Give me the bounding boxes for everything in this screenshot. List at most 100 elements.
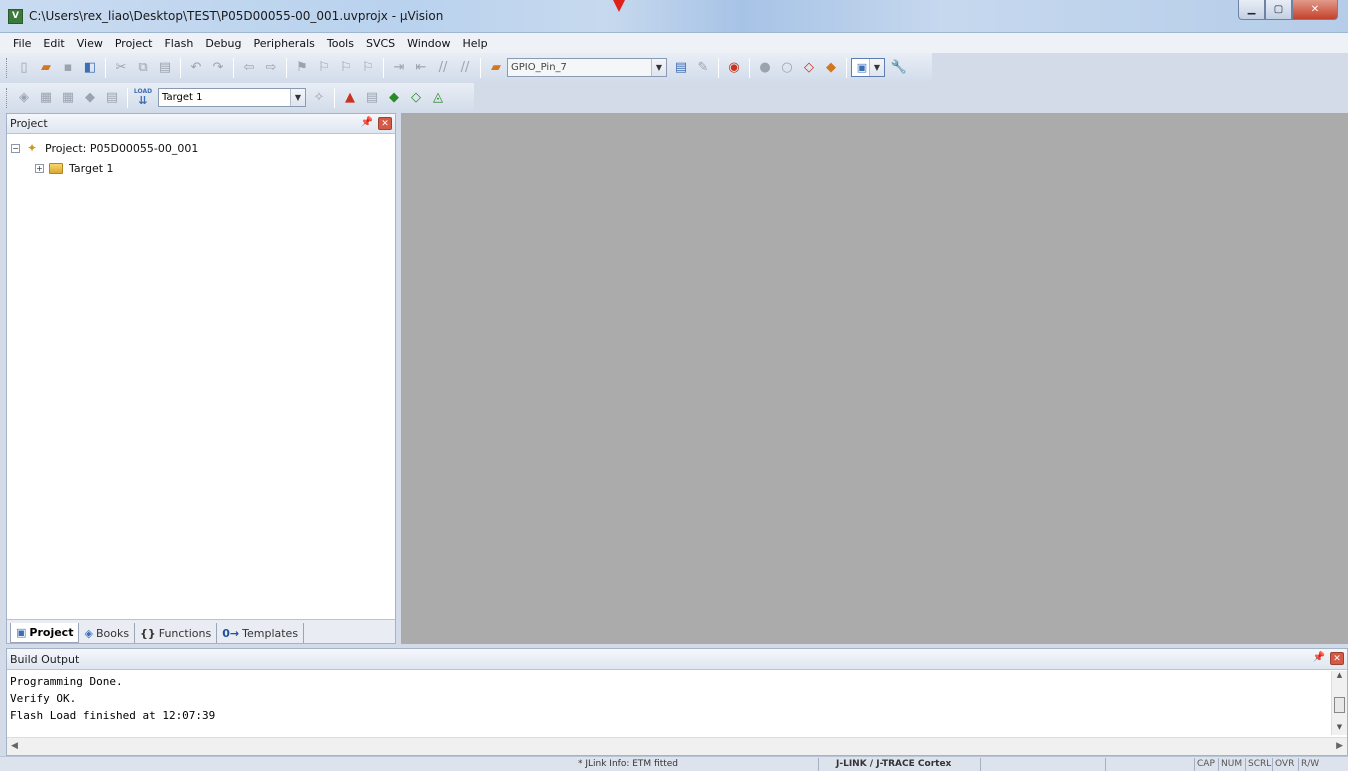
translate-icon[interactable]: ◈ xyxy=(14,88,34,108)
minimize-button[interactable]: ▁ xyxy=(1238,0,1265,20)
tab-books[interactable]: ◈ Books xyxy=(79,623,136,643)
manage-run-time-environment-icon[interactable]: ◬ xyxy=(428,88,448,108)
maximize-button[interactable]: ▢ xyxy=(1265,0,1292,20)
toolbar-empty-area xyxy=(932,53,1348,82)
navigate-forward-icon[interactable]: ⇨ xyxy=(261,58,281,78)
scroll-right-icon[interactable]: ▶ xyxy=(1336,741,1343,751)
tab-templates[interactable]: 0→ Templates xyxy=(217,623,305,643)
indent-icon[interactable]: ⇥ xyxy=(389,58,409,78)
comment-icon[interactable]: // xyxy=(433,58,453,78)
tab-templates-label: Templates xyxy=(242,626,299,640)
toolbar-separator xyxy=(286,57,287,78)
undo-icon[interactable]: ↶ xyxy=(186,58,206,78)
scroll-down-icon[interactable]: ▼ xyxy=(1332,723,1347,735)
stop-build-icon[interactable]: ▤ xyxy=(102,88,122,108)
menu-tools[interactable]: Tools xyxy=(321,37,360,50)
window-layout-icon: ▣ xyxy=(856,61,868,74)
toolbar-grip[interactable] xyxy=(6,57,9,78)
menu-help[interactable]: Help xyxy=(457,37,494,50)
save-all-icon[interactable]: ◧ xyxy=(80,58,100,78)
target-select[interactable]: Target 1 ▼ xyxy=(158,88,306,107)
redo-icon[interactable]: ↷ xyxy=(208,58,228,78)
project-panel-title: Project xyxy=(10,117,48,130)
close-button[interactable]: ✕ xyxy=(1292,0,1338,20)
pin-icon[interactable]: 📌 xyxy=(361,117,373,128)
tab-functions[interactable]: {} Functions xyxy=(135,623,218,643)
load-download-button[interactable]: LOAD ⇊ xyxy=(133,88,153,108)
select-software-packs-icon[interactable]: ◆ xyxy=(384,88,404,108)
editor-area[interactable] xyxy=(401,113,1348,644)
bookmark-next-icon[interactable]: ⚐ xyxy=(336,58,356,78)
configure-wrench-icon[interactable]: 🔧 xyxy=(889,58,909,78)
project-icon: ✦ xyxy=(26,141,38,155)
chevron-down-icon[interactable]: ▼ xyxy=(290,89,305,106)
toolbar-grip[interactable] xyxy=(6,87,9,108)
uvision-app-icon[interactable]: V xyxy=(8,9,23,24)
pin-icon[interactable]: 📌 xyxy=(1313,652,1325,663)
scroll-up-icon[interactable]: ▲ xyxy=(1332,671,1347,683)
start-debug-icon[interactable]: ◉ xyxy=(724,58,744,78)
uncomment-icon[interactable]: // xyxy=(455,58,475,78)
menu-svcs[interactable]: SVCS xyxy=(360,37,401,50)
maximize-icon: ▢ xyxy=(1273,4,1284,15)
navigate-back-icon[interactable]: ⇦ xyxy=(239,58,259,78)
scroll-left-icon[interactable]: ◀ xyxy=(11,741,18,751)
chevron-down-icon[interactable]: ▼ xyxy=(869,59,884,76)
cut-icon[interactable]: ✂ xyxy=(111,58,131,78)
target-options-icon[interactable]: ✧ xyxy=(309,88,329,108)
expand-icon[interactable]: + xyxy=(35,163,44,173)
window-layout-combo[interactable]: ▣ ▼ xyxy=(851,58,885,77)
pack-installer-icon[interactable]: ◇ xyxy=(406,88,426,108)
file-extensions-icon[interactable]: ▲ xyxy=(340,88,360,108)
tree-node-project[interactable]: − ✦ Project: P05D00055-00_001 xyxy=(7,138,395,158)
window-title: C:\Users\rex_liao\Desktop\TEST\P05D00055… xyxy=(29,9,444,23)
toolbar-separator xyxy=(718,57,719,78)
disable-breakpoints-icon[interactable]: ◇ xyxy=(799,58,819,78)
bookmark-prev-icon[interactable]: ⚐ xyxy=(314,58,334,78)
chevron-down-icon[interactable]: ▼ xyxy=(651,59,666,76)
close-panel-icon[interactable]: ✕ xyxy=(378,117,392,130)
new-file-icon[interactable]: ▯ xyxy=(14,58,34,78)
batch-build-icon[interactable]: ◆ xyxy=(80,88,100,108)
build-output-horizontal-scrollbar[interactable]: ◀ ▶ xyxy=(7,737,1347,755)
tab-project[interactable]: ▣ Project xyxy=(10,623,80,643)
rebuild-icon[interactable]: ▦ xyxy=(58,88,78,108)
collapse-icon[interactable]: − xyxy=(11,143,20,153)
manage-project-items-icon[interactable]: ▤ xyxy=(362,88,382,108)
build-icon[interactable]: ▦ xyxy=(36,88,56,108)
menu-file[interactable]: File xyxy=(7,37,37,50)
build-output-vertical-scrollbar[interactable]: ▲ ▼ xyxy=(1331,671,1347,735)
scrollbar-thumb[interactable] xyxy=(1334,697,1345,713)
save-icon[interactable]: ▪ xyxy=(58,58,78,78)
incremental-find-icon[interactable]: ✎ xyxy=(693,58,713,78)
menu-window[interactable]: Window xyxy=(401,37,456,50)
copy-icon[interactable]: ⧉ xyxy=(133,58,153,78)
menu-flash[interactable]: Flash xyxy=(158,37,199,50)
paste-icon[interactable]: ▤ xyxy=(155,58,175,78)
close-icon: ✕ xyxy=(1310,4,1320,15)
menu-debug[interactable]: Debug xyxy=(199,37,247,50)
project-panel-header: Project 📌 ✕ xyxy=(7,114,395,134)
find-icon[interactable]: ▤ xyxy=(671,58,691,78)
enable-breakpoint-icon[interactable]: ○ xyxy=(777,58,797,78)
target-select-value: Target 1 xyxy=(162,92,203,103)
bookmark-toggle-icon[interactable]: ⚑ xyxy=(292,58,312,78)
menu-edit[interactable]: Edit xyxy=(37,37,70,50)
menu-view[interactable]: View xyxy=(71,37,109,50)
kill-breakpoints-icon[interactable]: ◆ xyxy=(821,58,841,78)
close-panel-icon[interactable]: ✕ xyxy=(1330,652,1344,665)
menu-peripherals[interactable]: Peripherals xyxy=(248,37,321,50)
open-file-icon[interactable]: ▰ xyxy=(36,58,56,78)
unindent-icon[interactable]: ⇤ xyxy=(411,58,431,78)
title-bar[interactable]: V C:\Users\rex_liao\Desktop\TEST\P05D000… xyxy=(0,0,1348,33)
tree-node-target[interactable]: + Target 1 xyxy=(7,158,395,178)
bookmark-clear-icon[interactable]: ⚐ xyxy=(358,58,378,78)
build-output-text[interactable]: Programming Done. Verify OK. Flash Load fi… xyxy=(7,671,1333,735)
menu-project[interactable]: Project xyxy=(109,37,159,50)
caps-lock-indicator: CAP xyxy=(1194,758,1217,771)
find-combo[interactable]: GPIO_Pin_7 ▼ xyxy=(507,58,667,77)
tab-books-label: Books xyxy=(95,626,130,640)
insert-breakpoint-icon[interactable]: ● xyxy=(755,58,775,78)
find-in-files-icon[interactable]: ▰ xyxy=(486,58,506,78)
jlink-info-status: * JLink Info: ETM fitted xyxy=(578,759,679,769)
